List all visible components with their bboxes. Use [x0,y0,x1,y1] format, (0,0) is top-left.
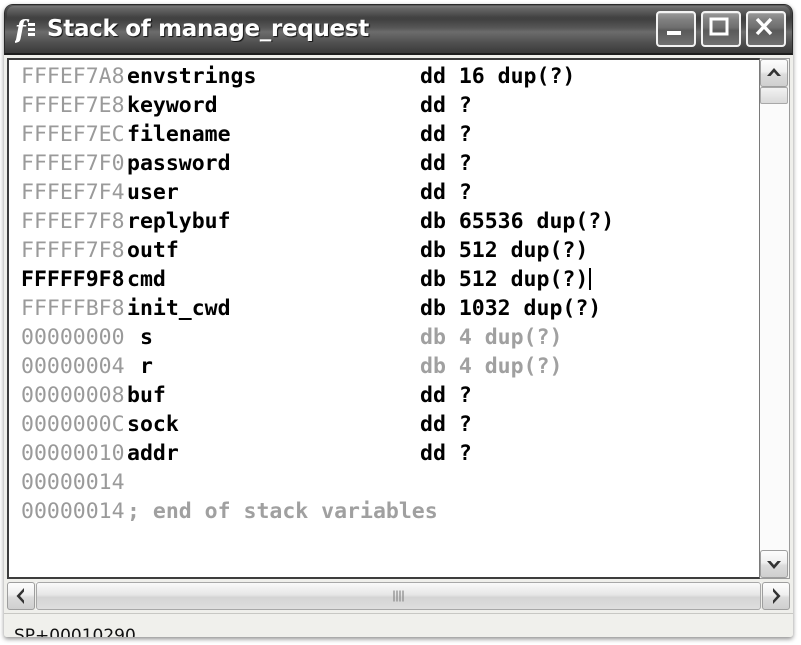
row-variable-name: outf [127,238,179,263]
window-title: Stack of manage_request [47,16,369,42]
row-variable-name: buf [127,383,166,408]
vertical-scroll-track[interactable] [760,87,789,550]
row-variable-name: user [127,180,179,205]
text-caret [589,268,592,290]
row-variable-name: cmd [127,267,166,292]
scroll-left-button[interactable] [7,581,35,610]
row-variable-name: replybuf [127,209,231,234]
stack-variable-row[interactable]: 00000010 addr dd ? [9,439,759,468]
stack-variable-row[interactable]: FFFFF9F8 cmd db 512 dup(?) [9,265,759,294]
row-type-declaration: dd ? [420,180,472,205]
scroll-right-button[interactable] [762,581,790,610]
row-variable-name: r [140,354,153,379]
row-variable-name: keyword [127,93,218,118]
scroll-grip-icon [392,590,404,601]
row-type-declaration: dd ? [420,412,472,437]
row-type-declaration: db 4 dup(?) [420,325,563,350]
row-address: FFFEF7F0 [21,151,125,176]
svg-text:f: f [15,15,30,44]
row-comment: ; end of stack variables [127,499,438,524]
row-type-declaration: dd ? [420,122,472,147]
row-address: 00000010 [21,441,125,466]
row-address: FFFEF7F8 [21,209,125,234]
minimize-button[interactable] [656,11,696,47]
row-type-declaration: db 512 dup(?) [420,265,592,294]
horizontal-scrollbar[interactable] [4,579,793,613]
row-variable-name: addr [127,441,179,466]
row-address: 00000014 [21,499,125,524]
stack-variable-row[interactable]: FFFEF7F0 password dd ? [9,149,759,178]
stack-pointer-offset: SP+00010290 [14,625,136,638]
vertical-scroll-thumb[interactable] [760,87,788,104]
row-address: FFFFFBF8 [21,296,125,321]
stack-variable-row[interactable]: 00000004 r db 4 dup(?) [9,352,759,381]
stack-variable-row[interactable]: FFFEF7E8 keyword dd ? [9,91,759,120]
stack-variable-row[interactable]: FFFEF7EC filename dd ? [9,120,759,149]
stack-variable-row[interactable]: 0000000C sock dd ? [9,410,759,439]
row-variable-name: filename [127,122,231,147]
stack-variable-row[interactable]: FFFEF7F8 replybuf db 65536 dup(?) [9,207,759,236]
stack-variable-row[interactable]: FFFEF7A8 envstrings dd 16 dup(?) [9,62,759,91]
row-address: FFFFF7F8 [21,238,125,263]
scroll-up-button[interactable] [760,59,788,87]
row-address: FFFEF7F4 [21,180,125,205]
stack-variable-row[interactable]: 00000014 [9,468,759,497]
row-type-declaration: db 1032 dup(?) [420,296,602,321]
row-type-declaration: dd 16 dup(?) [420,64,576,89]
stack-variable-rows: FFFEF7A8 envstrings dd 16 dup(?) FFFEF7E8 ke… [9,60,759,577]
close-button[interactable] [746,11,786,47]
stack-variable-row[interactable]: 00000008 buf dd ? [9,381,759,410]
row-variable-name: init_cwd [127,296,231,321]
row-variable-name: sock [127,412,179,437]
client-area: FFFEF7A8 envstrings dd 16 dup(?) FFFEF7E8 ke… [4,55,793,579]
row-type-declaration: dd ? [420,383,472,408]
row-variable-name: s [140,325,153,350]
row-address: FFFEF7EC [21,122,125,147]
row-address: 00000000 [21,325,125,350]
row-address: FFFEF7E8 [21,93,125,118]
row-address: 00000004 [21,354,125,379]
row-address: 00000014 [21,470,125,495]
row-address: 00000008 [21,383,125,408]
status-bar: SP+00010290 [4,613,793,637]
row-type-declaration: db 4 dup(?) [420,354,563,379]
stack-variable-row[interactable]: FFFFFBF8 init_cwd db 1032 dup(?) [9,294,759,323]
row-type-declaration: dd ? [420,93,472,118]
horizontal-scroll-track[interactable] [36,581,761,610]
stack-variable-list[interactable]: FFFEF7A8 envstrings dd 16 dup(?) FFFEF7E8 ke… [7,58,760,579]
maximize-button[interactable] [701,11,741,47]
row-address: 0000000C [21,412,125,437]
stack-variable-row[interactable]: FFFEF7F4 user dd ? [9,178,759,207]
row-variable-name: envstrings [127,64,257,89]
scroll-down-button[interactable] [760,550,788,578]
vertical-scrollbar[interactable] [760,58,790,579]
stack-variable-row[interactable]: 00000000 s db 4 dup(?) [9,323,759,352]
row-address: FFFEF7A8 [21,64,125,89]
stack-comment-row[interactable]: 00000014; end of stack variables [9,497,759,526]
row-type-declaration: dd ? [420,151,472,176]
row-type-declaration: db 512 dup(?) [420,238,589,263]
function-f-icon: f [13,14,41,44]
row-type-declaration: db 65536 dup(?) [420,209,615,234]
title-bar[interactable]: f Stack of manage_request [4,4,793,55]
row-type-declaration: dd ? [420,441,472,466]
stack-variable-row[interactable]: FFFFF7F8 outf db 512 dup(?) [9,236,759,265]
row-address: FFFFF9F8 [21,267,125,292]
horizontal-scroll-thumb[interactable] [36,581,761,610]
stack-frame-window: f Stack of manage_request FFFEF7A8 envst… [4,4,793,637]
row-variable-name: password [127,151,231,176]
